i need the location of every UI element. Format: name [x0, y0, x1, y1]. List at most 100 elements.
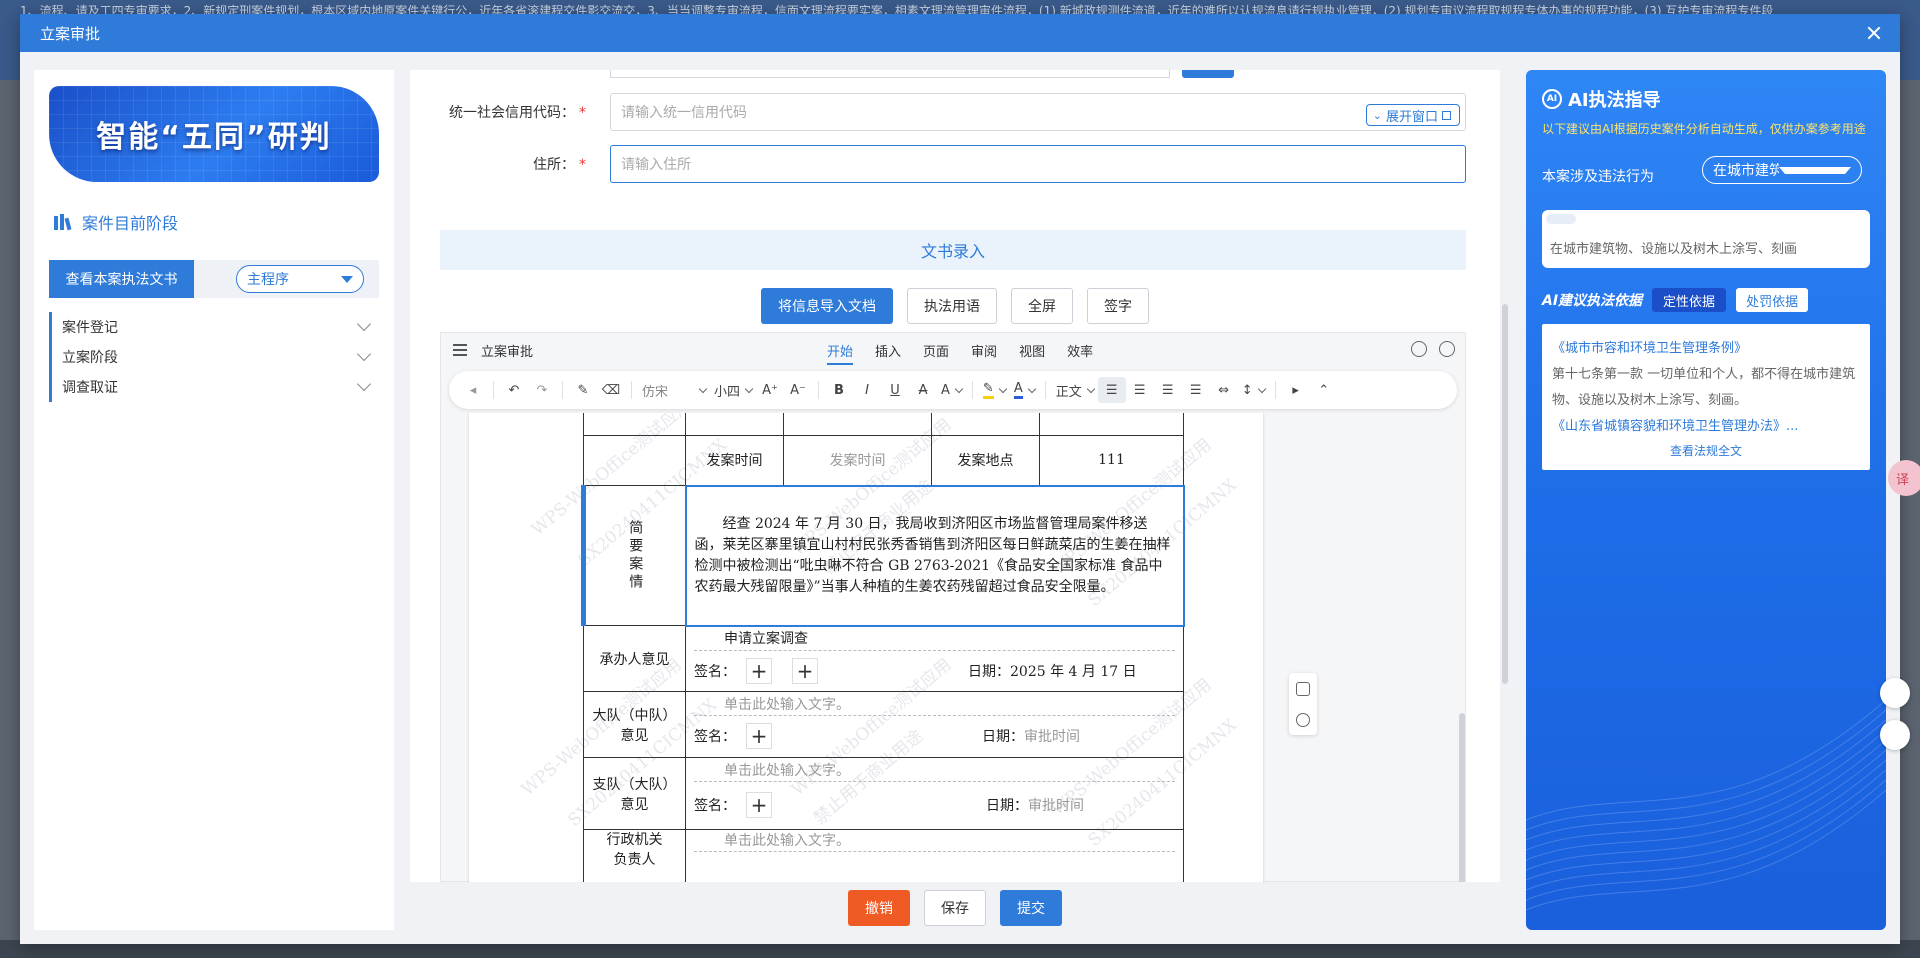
credit-code-row: 统一社会信用代码： * 请输入统一信用代码 [410, 92, 1500, 132]
align-left-icon[interactable]: ☰ [1097, 377, 1126, 403]
document-page[interactable]: WPS-WebOffice测试应用 SX20240411CICMNX WPS-W… [469, 413, 1263, 882]
menu-item-case-registration[interactable]: 案件登记 [49, 312, 379, 342]
expand-window-label: 展开窗口 [1385, 109, 1438, 125]
chevron-down-icon [356, 346, 372, 362]
tab-start[interactable]: 开始 [827, 341, 854, 365]
font-color-icon[interactable]: A [1010, 377, 1039, 403]
menu-item-investigation[interactable]: 调查取证 [49, 372, 379, 402]
undo-icon[interactable]: ↶ [500, 377, 528, 403]
handler-date-label: 日期： [968, 663, 1010, 680]
font-effect-icon[interactable]: A [937, 377, 966, 403]
tab-penalty-basis[interactable]: 处罚依据 [1736, 288, 1809, 312]
font-family-select[interactable]: 仿宋 [638, 377, 710, 403]
branch-opinion-text[interactable]: 单击此处输入文字。 [694, 760, 1175, 782]
align-right-icon[interactable]: ☰ [1154, 377, 1182, 403]
save-button[interactable]: 保存 [924, 890, 986, 926]
enforcement-terms-button[interactable]: 执法用语 [907, 288, 997, 324]
scroll-right-icon[interactable]: ▸ [1282, 377, 1310, 403]
sign-button[interactable]: 签字 [1087, 288, 1149, 324]
add-signature-icon[interactable]: + [746, 722, 772, 749]
underline-icon[interactable]: U [881, 377, 909, 403]
add-signature-icon[interactable]: + [746, 657, 772, 684]
document-tabs: 查看本案执法文书 主程序 [49, 260, 379, 298]
wps-doc-title: 立案审批 [481, 344, 534, 360]
modal-header: 立案审批 [20, 14, 1900, 52]
wps-title-bar: 立案审批 开始 插入 页面 审阅 视图 效率 [441, 333, 1465, 367]
org-head-opinion-text[interactable]: 单击此处输入文字。 [694, 830, 1175, 852]
tab-nature-basis[interactable]: 定性依据 [1652, 288, 1727, 312]
tab-view[interactable]: 视图 [1019, 341, 1045, 365]
justify-icon[interactable]: ☰ [1182, 377, 1210, 403]
translate-icon[interactable]: 译 [1888, 460, 1920, 496]
redo-icon[interactable]: ↷ [528, 377, 556, 403]
close-icon[interactable] [1864, 23, 1884, 43]
shrink-font-icon[interactable]: A⁻ [784, 377, 812, 403]
address-input[interactable]: 请输入住所 [610, 145, 1466, 183]
violation-select[interactable]: 在城市建筑物、设施以及树木上涂写、刻画 [1702, 156, 1862, 184]
credit-code-label: 统一社会信用代码： * [449, 105, 586, 121]
strikethrough-icon[interactable]: A [909, 377, 937, 403]
tab-insert[interactable]: 插入 [875, 341, 901, 365]
menu-icon[interactable] [453, 344, 467, 356]
highlight-icon[interactable]: ✎ [979, 377, 1010, 403]
collapse-toolbar-icon[interactable]: ⌃ [1310, 377, 1338, 403]
case-summary-text[interactable]: 经查 2024 年 7 月 30 日，我局收到济阳区市场监督管理局案件移送函，莱… [684, 484, 1185, 627]
wutong-banner: 智能“五同”研判 [49, 86, 379, 182]
tab-view-documents[interactable]: 查看本案执法文书 [49, 260, 194, 298]
emoji-icon[interactable] [1296, 712, 1310, 727]
add-signature-icon[interactable]: + [746, 791, 772, 818]
ai-disclaimer: 以下建议由AI根据历史案件分析自动生成，仅供办案参考用途 [1542, 122, 1866, 136]
handler-date[interactable]: 2025 年 4 月 17 日 [1010, 661, 1137, 681]
document-scrollbar[interactable] [1459, 713, 1465, 882]
brigade-sign-label: 签名： [694, 728, 736, 745]
menu-item-filing-stage[interactable]: 立案阶段 [49, 342, 379, 372]
form-scrollbar[interactable] [1502, 304, 1508, 684]
distribute-icon[interactable]: ⇔ [1210, 377, 1238, 403]
apps-icon[interactable] [1880, 678, 1910, 708]
bold-icon[interactable]: B [825, 377, 853, 403]
expand-window-button[interactable]: ⌄ 展开窗口 [1365, 104, 1460, 126]
law-link-1[interactable]: 《城市市容和环境卫生管理条例》 [1552, 336, 1860, 362]
modal-title: 立案审批 [40, 24, 101, 43]
revoke-button[interactable]: 撤销 [848, 890, 910, 926]
fullscreen-button[interactable]: 全屏 [1011, 288, 1073, 324]
assistant-robot-icon[interactable] [1880, 720, 1910, 750]
approval-modal: 立案审批 智能“五同”研判 案件目前阶段 查看本案执法文书 主程序 案件登记 立… [20, 14, 1900, 944]
brigade-approval-time[interactable]: 审批时间 [1024, 726, 1080, 746]
brigade-opinion-text[interactable]: 单击此处输入文字。 [694, 694, 1175, 716]
scroll-left-icon[interactable]: ◂ [459, 377, 487, 403]
branch-sign-label: 签名： [694, 797, 736, 814]
import-to-document-button[interactable]: 将信息导入文档 [761, 288, 893, 324]
tab-page[interactable]: 页面 [923, 341, 949, 365]
incident-time-field[interactable]: 发案时间 [783, 435, 932, 486]
line-spacing-icon[interactable]: ↕ [1238, 377, 1269, 403]
basis-label: AI建议执法依据 [1542, 293, 1643, 309]
font-size-select[interactable]: 小四 [710, 377, 756, 403]
credit-code-input[interactable]: 请输入统一信用代码 [610, 93, 1466, 131]
wps-toolbar: ◂ ↶ ↷ ✎ ⌫ 仿宋 小四 A⁺ A⁻ B I U A A ✎ A 正文 ☰… [449, 371, 1457, 409]
italic-icon[interactable]: I [853, 377, 881, 403]
format-painter-icon[interactable]: ✎ [569, 377, 597, 403]
submit-button[interactable]: 提交 [1000, 890, 1062, 926]
law-link-2[interactable]: 《山东省城镇容貌和环境卫生管理办法》... [1552, 414, 1860, 440]
chevron-down-icon [356, 376, 372, 392]
branch-approval-time[interactable]: 审批时间 [1028, 795, 1084, 815]
brigade-date-label: 日期： [982, 728, 1024, 745]
add-signature-icon[interactable]: + [792, 657, 818, 684]
grow-font-icon[interactable]: A⁺ [756, 377, 784, 403]
view-full-law-link[interactable]: 查看法规全文 [1552, 440, 1860, 462]
tab-review[interactable]: 审阅 [971, 341, 997, 365]
cloud-save-icon[interactable] [1439, 341, 1455, 357]
program-select[interactable]: 主程序 [236, 265, 364, 293]
incident-place-field[interactable]: 111 [1039, 435, 1184, 486]
align-center-icon[interactable]: ☰ [1126, 377, 1154, 403]
tab-efficiency[interactable]: 效率 [1067, 341, 1093, 365]
handler-opinion-text[interactable]: 申请立案调查 [694, 627, 1175, 651]
left-panel: 智能“五同”研判 案件目前阶段 查看本案执法文书 主程序 案件登记 立案阶段 调… [34, 70, 394, 930]
eraser-icon[interactable]: ⌫ [597, 377, 625, 403]
cloud-sync-icon[interactable] [1411, 341, 1427, 357]
basis-row: AI建议执法依据 定性依据 处罚依据 [1542, 288, 1809, 312]
incident-place-label: 发案地点 [931, 435, 1040, 486]
paragraph-style-select[interactable]: 正文 [1052, 377, 1098, 403]
add-comment-icon[interactable] [1296, 681, 1310, 696]
